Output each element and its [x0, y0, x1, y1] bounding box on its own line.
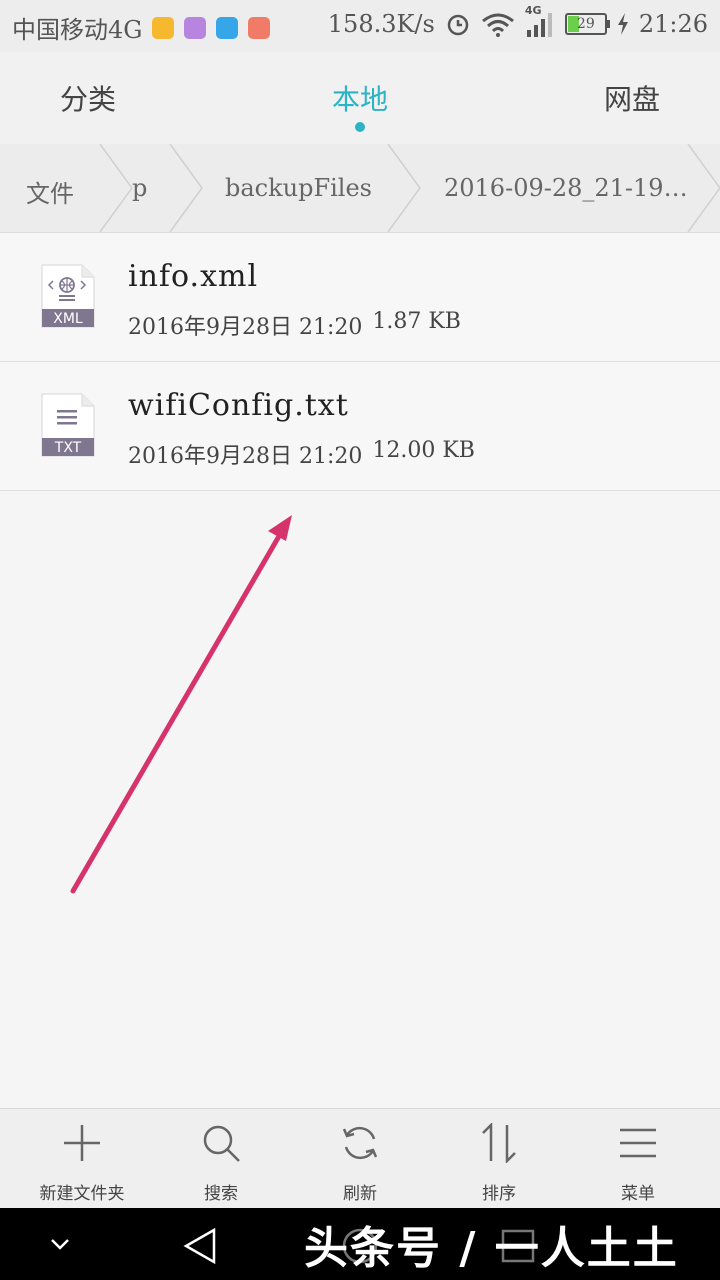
wifi-icon: [481, 13, 514, 37]
new-folder-label: 新建文件夹: [39, 1184, 125, 1204]
browser-notification-icon: [216, 16, 239, 39]
sort-label: 排序: [482, 1184, 516, 1204]
battery-level: 29: [576, 16, 595, 32]
file-size: 12.00 KB: [372, 438, 475, 463]
back-icon[interactable]: [182, 1226, 218, 1266]
file-date: 2016年9月28日 21:20: [128, 444, 363, 469]
file-type-label: XML: [53, 311, 83, 327]
status-bar: 中国移动4G 158.3K/s 4G 29 21:26: [0, 0, 720, 52]
tab-bar: 分类 本地 网盘: [0, 52, 720, 145]
notification-app-icon: [152, 16, 175, 39]
search-icon: [203, 1125, 240, 1162]
file-row-wificonfig-txt[interactable]: TXT wifiConfig.txt 2016年9月28日 21:20 12.0…: [0, 362, 720, 491]
charging-icon: [617, 13, 628, 35]
watermark: 头条号 / 一人土土: [304, 1223, 679, 1274]
sort-button[interactable]: 排序: [429, 1109, 569, 1209]
refresh-icon: [342, 1126, 378, 1160]
refresh-label: 刷新: [343, 1184, 377, 1204]
clock: 21:26: [638, 10, 708, 38]
tab-cloud-drive[interactable]: 网盘: [604, 78, 660, 118]
chevron-right-icon: [387, 144, 421, 232]
file-name: wifiConfig.txt: [128, 388, 349, 423]
active-tab-indicator: [355, 122, 365, 132]
breadcrumb-item-current[interactable]: 2016-09-28_21-19…: [444, 174, 688, 202]
tab-local[interactable]: 本地: [332, 78, 388, 118]
menu-label: 菜单: [621, 1184, 655, 1204]
search-button[interactable]: 搜索: [151, 1109, 291, 1209]
breadcrumb-item-backupfiles[interactable]: backupFiles: [225, 174, 372, 202]
breadcrumb-item-files[interactable]: 文件: [26, 174, 74, 209]
file-type-label: TXT: [54, 440, 82, 456]
gallery-notification-icon: [184, 16, 207, 39]
breadcrumb-item-p[interactable]: p: [132, 174, 147, 202]
file-date: 2016年9月28日 21:20: [128, 315, 363, 340]
refresh-button[interactable]: 刷新: [290, 1109, 430, 1209]
chevron-down-icon[interactable]: [48, 1234, 72, 1254]
file-name: info.xml: [128, 259, 259, 294]
sort-icon: [482, 1123, 516, 1163]
menu-button[interactable]: 菜单: [568, 1109, 708, 1209]
app-notification-icon: [248, 16, 271, 39]
file-size: 1.87 KB: [372, 309, 461, 334]
search-label: 搜索: [204, 1184, 238, 1204]
new-folder-button[interactable]: 新建文件夹: [12, 1109, 152, 1209]
carrier-label: 中国移动4G: [12, 16, 143, 44]
file-row-info-xml[interactable]: XML info.xml 2016年9月28日 21:20 1.87 KB: [0, 233, 720, 362]
chevron-right-icon: [687, 144, 720, 232]
alarm-icon: [447, 14, 469, 36]
menu-icon: [620, 1128, 656, 1158]
annotation-arrow: [70, 515, 292, 894]
breadcrumb: 文件 p backupFiles 2016-09-28_21-19…: [0, 144, 720, 233]
bottom-action-bar: 新建文件夹 搜索 刷新 排序 菜单: [0, 1108, 720, 1209]
chevron-right-icon: [169, 144, 203, 232]
battery-icon: 29: [564, 13, 610, 35]
cell-signal-icon: 4G: [525, 4, 555, 38]
file-list: XML info.xml 2016年9月28日 21:20 1.87 KB TX…: [0, 233, 720, 491]
tab-category[interactable]: 分类: [60, 78, 116, 118]
plus-icon: [64, 1125, 100, 1161]
net-speed: 158.3K/s: [327, 10, 435, 38]
